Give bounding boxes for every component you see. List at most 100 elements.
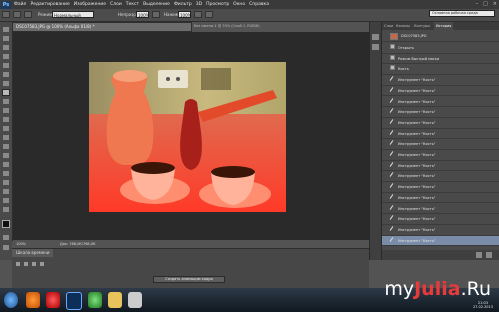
menu-image[interactable]: Изображение [74, 2, 106, 7]
hand-tool-icon[interactable] [2, 197, 10, 204]
move-tool-icon[interactable] [2, 26, 10, 33]
brush-panel-icon[interactable] [24, 11, 32, 18]
menu-filter[interactable]: Фильтр [174, 2, 192, 7]
menu-file[interactable]: Файл [14, 2, 26, 7]
new-snapshot-icon[interactable] [476, 252, 482, 258]
history-item[interactable]: Инструмент "Кисть" [382, 118, 499, 129]
history-item[interactable]: Инструмент "Кисть" [382, 225, 499, 236]
history-item[interactable]: Инструмент "Кисть" [382, 235, 499, 247]
document-canvas[interactable] [13, 32, 369, 240]
mode-select[interactable]: Нормальный [52, 11, 94, 18]
second-document-tab[interactable]: Без имени-1 @ 33% (Слой 1, RGB/8) [194, 24, 260, 28]
workspace-select[interactable]: Основная рабочая среда [429, 10, 495, 17]
tab-layers[interactable]: Слои [384, 22, 393, 30]
taskbar-clock[interactable]: 21:03 27.02.2013 [473, 301, 493, 309]
path-select-tool-icon[interactable] [2, 170, 10, 177]
healing-tool-icon[interactable] [2, 80, 10, 87]
explorer-folder-icon[interactable] [108, 292, 122, 308]
history-item[interactable]: Инструмент "Кисть" [382, 182, 499, 193]
quick-select-tool-icon[interactable] [2, 53, 10, 60]
pressure-opacity-icon[interactable] [152, 11, 160, 18]
brush-tool-icon[interactable] [2, 89, 10, 96]
menu-bar: Ps Файл Редактирование Изображение Слои … [0, 0, 499, 9]
history-item[interactable]: Инструмент "Кисть" [382, 214, 499, 225]
zoom-level[interactable]: 100% [16, 241, 26, 248]
history-item[interactable]: Кисть [382, 64, 499, 76]
eraser-tool-icon[interactable] [2, 116, 10, 123]
minimize-icon[interactable]: – [476, 1, 479, 7]
foreground-color-swatch[interactable] [2, 220, 10, 228]
history-item[interactable]: Инструмент "Кисть" [382, 161, 499, 172]
opera-icon[interactable] [46, 292, 60, 308]
history-item[interactable]: Инструмент "Кисть" [382, 107, 499, 118]
first-frame-icon[interactable] [16, 262, 20, 266]
firefox-icon[interactable] [26, 292, 40, 308]
start-button-icon[interactable] [4, 292, 18, 308]
history-item[interactable]: Инструмент "Кисть" [382, 75, 499, 86]
history-item[interactable]: Инструмент "Кисть" [382, 129, 499, 140]
brush-size-icon[interactable] [13, 11, 21, 18]
trash-icon[interactable] [486, 252, 492, 258]
watermark-logo: myJulia.Ru [384, 278, 491, 300]
history-item[interactable]: Инструмент "Кисть" [382, 97, 499, 108]
airbrush-icon[interactable] [194, 11, 202, 18]
screen-mode-icon[interactable] [2, 244, 10, 251]
crop-tool-icon[interactable] [2, 62, 10, 69]
history-item[interactable]: Инструмент "Кисть" [382, 204, 499, 215]
history-item[interactable]: Инструмент "Кисть" [382, 139, 499, 150]
history-item-label: Инструмент "Кисть" [398, 174, 436, 179]
menu-3d[interactable]: 3D [196, 2, 202, 7]
history-snapshot[interactable]: DSC07583.JPG [382, 32, 499, 42]
history-item[interactable]: Открыть [382, 43, 499, 54]
close-icon[interactable]: × [493, 1, 497, 7]
document-tab[interactable]: DSC07583.JPG @ 100% (Альфа 01/8) * [12, 22, 192, 32]
prev-frame-icon[interactable] [24, 262, 28, 266]
history-item[interactable]: Инструмент "Кисть" [382, 171, 499, 183]
history-panel-icon[interactable] [372, 34, 379, 40]
zoom-tool-icon[interactable] [2, 206, 10, 213]
timeline-tab[interactable]: Шкала времени [12, 249, 54, 257]
brush-icon [389, 215, 394, 221]
menu-edit[interactable]: Редактирование [30, 2, 69, 7]
opacity-input[interactable]: 100% [136, 11, 149, 18]
history-item[interactable]: Инструмент "Кисть" [382, 86, 499, 97]
menu-select[interactable]: Выделение [143, 2, 170, 7]
menu-layers[interactable]: Слои [110, 2, 122, 7]
tab-paths[interactable]: Контуры [414, 22, 430, 30]
window-icon[interactable] [128, 292, 142, 308]
pressure-size-icon[interactable] [205, 11, 213, 18]
lasso-tool-icon[interactable] [2, 44, 10, 51]
brush-icon [389, 119, 394, 124]
history-brush-tool-icon[interactable] [2, 107, 10, 114]
blur-tool-icon[interactable] [2, 134, 10, 141]
menu-view[interactable]: Просмотр [206, 2, 229, 7]
quick-mask-icon[interactable] [2, 234, 10, 241]
menu-help[interactable]: Справка [249, 2, 269, 7]
dodge-tool-icon[interactable] [2, 143, 10, 150]
history-item[interactable]: Инструмент "Кисть" [382, 193, 499, 204]
clone-stamp-tool-icon[interactable] [2, 98, 10, 105]
tab-history[interactable]: История [434, 22, 454, 30]
history-item[interactable]: Режим быстрой маски [382, 54, 499, 65]
photoshop-taskbar-icon[interactable] [66, 292, 82, 310]
gradient-tool-icon[interactable] [2, 125, 10, 132]
history-item[interactable]: Инструмент "Кисть" [382, 150, 499, 161]
utorrent-icon[interactable] [88, 292, 102, 308]
tab-channels[interactable]: Каналы [396, 22, 410, 30]
brush-tool-preset-icon[interactable] [2, 11, 10, 18]
create-frame-animation-button[interactable]: Создать анимацию кадра [153, 276, 225, 283]
type-tool-icon[interactable] [2, 161, 10, 168]
marquee-tool-icon[interactable] [2, 35, 10, 42]
pen-tool-icon[interactable] [2, 152, 10, 159]
play-icon[interactable] [32, 262, 36, 266]
next-frame-icon[interactable] [40, 262, 44, 266]
3d-tool-icon[interactable] [2, 188, 10, 195]
eyedropper-tool-icon[interactable] [2, 71, 10, 78]
flow-input[interactable]: 100% [178, 11, 191, 18]
menu-window[interactable]: Окно [233, 2, 245, 7]
properties-panel-icon[interactable] [372, 44, 379, 50]
timeline-panel: Шкала времени Создать анимацию кадра [12, 248, 369, 289]
menu-text[interactable]: Текст [126, 2, 139, 7]
maximize-icon[interactable]: □ [483, 1, 488, 7]
shape-tool-icon[interactable] [2, 179, 10, 186]
